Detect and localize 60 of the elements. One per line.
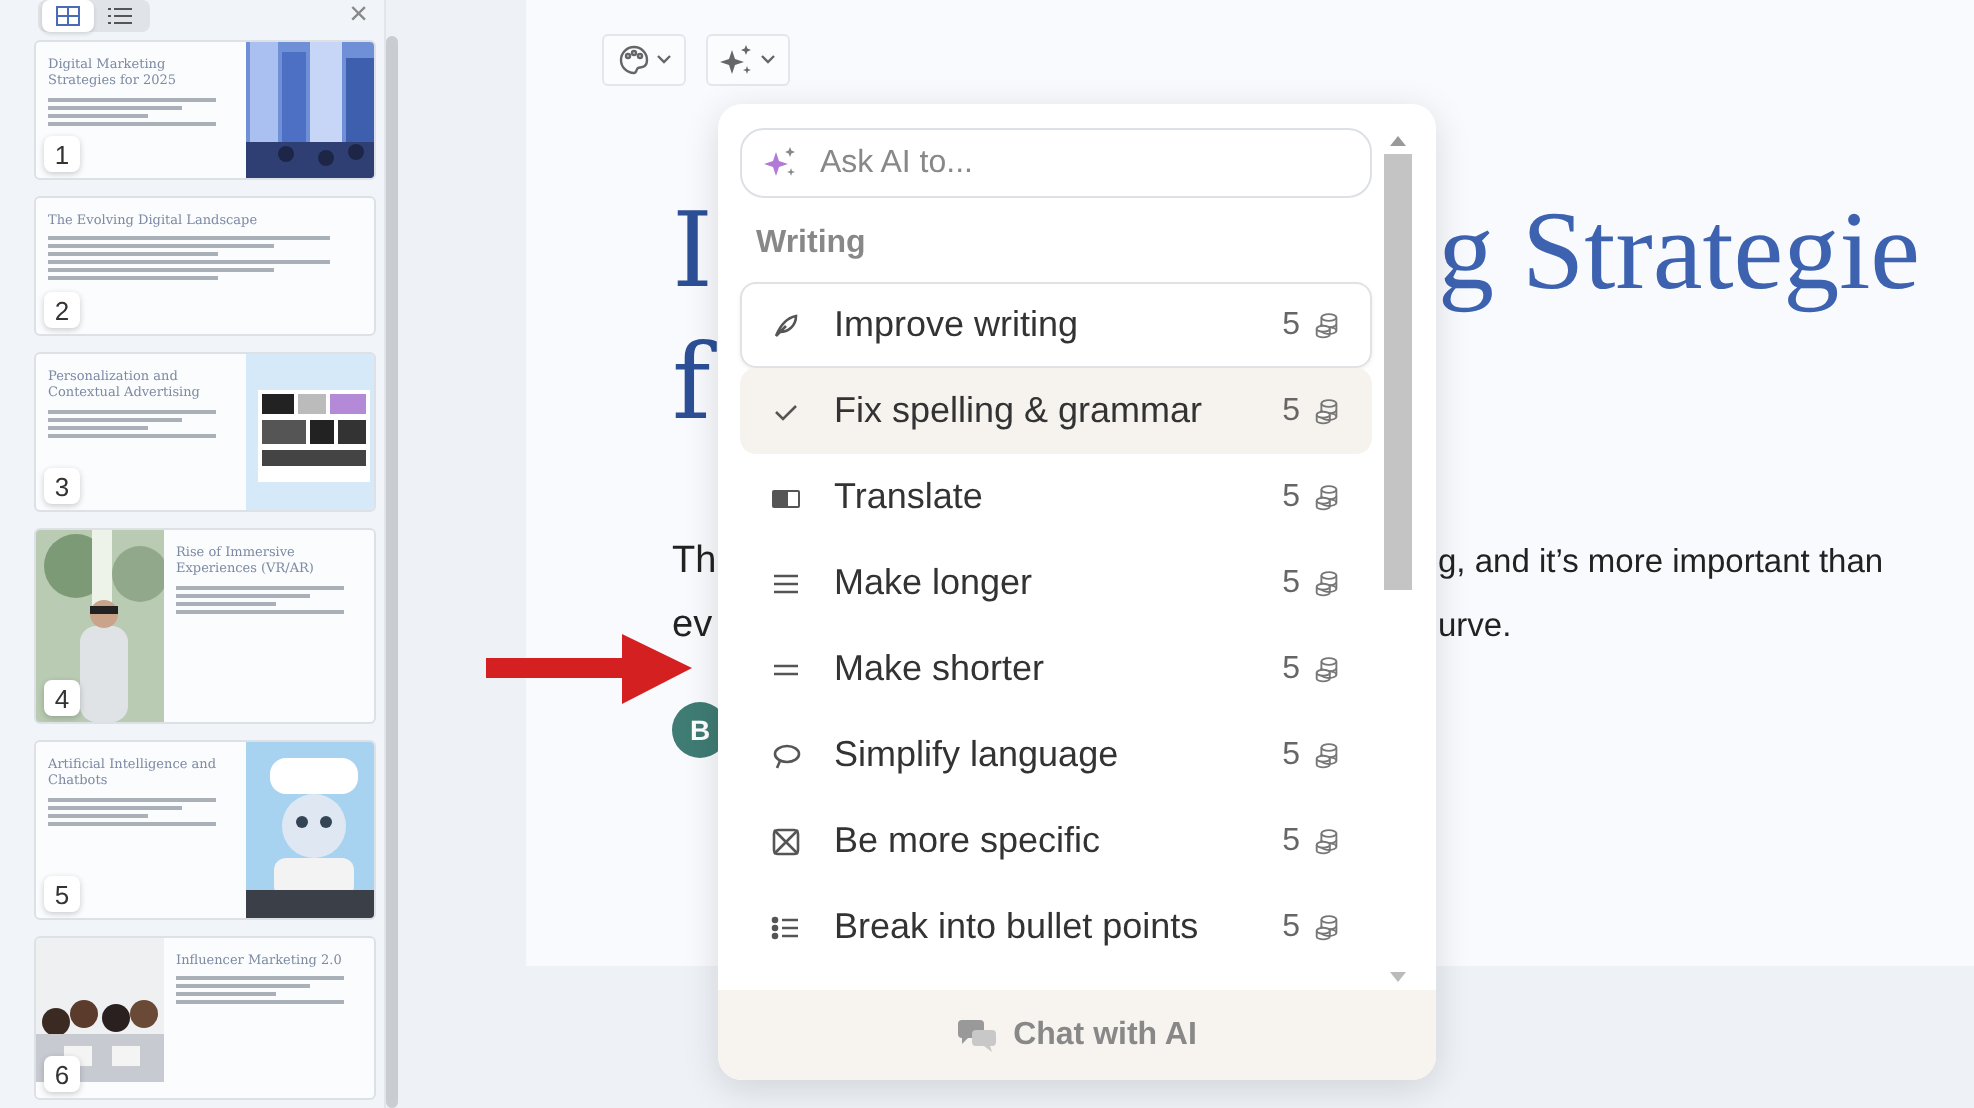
theme-button[interactable] xyxy=(602,34,686,86)
credit-count: 5 xyxy=(1282,737,1300,773)
coins-icon xyxy=(1312,740,1342,770)
slide-number: 2 xyxy=(44,292,80,328)
coins-icon xyxy=(1312,396,1342,426)
menu-item-label: Improve writing xyxy=(834,304,1081,346)
heading-text: g Strategie xyxy=(1438,188,1921,318)
menu-item-label: Be more specific xyxy=(834,820,1103,862)
credit-count: 5 xyxy=(1282,479,1300,515)
ask-ai-field[interactable]: Ask AI to... xyxy=(740,128,1372,198)
menu-item-label: Make longer xyxy=(834,562,1035,604)
menu-item[interactable]: Simplify language 5 xyxy=(740,712,1372,798)
slide-number: 1 xyxy=(44,136,80,172)
sparkle-icon xyxy=(720,43,754,77)
menu-item-label: Make shorter xyxy=(834,648,1047,690)
bullet-list-icon xyxy=(770,911,802,943)
menu-item[interactable]: Be more specific 5 xyxy=(740,798,1372,884)
paragraph-text: g, and it’s more important than xyxy=(1438,542,1886,584)
menu-item-label: Translate xyxy=(834,476,985,518)
coins-icon xyxy=(1312,912,1342,942)
ai-button[interactable] xyxy=(706,34,790,86)
paragraph-text: Th xyxy=(672,538,717,586)
credit-count: 5 xyxy=(1282,823,1300,859)
paragraph-text: urve. xyxy=(1438,606,1514,648)
credit-count: 5 xyxy=(1282,393,1300,429)
chevron-down-icon xyxy=(760,54,776,66)
grid-icon xyxy=(56,6,80,26)
slide-number: 4 xyxy=(44,680,80,716)
menu-item-label: Fix spelling & grammar xyxy=(834,390,1205,432)
chat-bubbles-icon xyxy=(957,1019,998,1051)
slide-number: 3 xyxy=(44,468,80,504)
credit-count: 5 xyxy=(1282,565,1300,601)
coins-icon xyxy=(1312,482,1342,512)
menu-item[interactable]: Make shorter 5 xyxy=(740,626,1372,712)
list-icon xyxy=(108,6,132,26)
slide-number: 5 xyxy=(44,876,80,912)
coins-icon xyxy=(1312,826,1342,856)
menu-item[interactable]: Improve writing 5 xyxy=(740,282,1372,368)
coins-icon xyxy=(1312,568,1342,598)
credit-count: 5 xyxy=(1282,651,1300,687)
heading-text: I xyxy=(672,190,714,316)
chevron-down-icon xyxy=(655,54,671,66)
coins-icon xyxy=(1312,310,1342,340)
slide-number: 6 xyxy=(44,1056,80,1092)
menu-item[interactable]: Make longer 5 xyxy=(740,540,1372,626)
palette-icon xyxy=(617,44,649,76)
menu-item[interactable]: Translate 5 xyxy=(740,454,1372,540)
menu-item-label: Break into bullet points xyxy=(834,906,1201,948)
feather-icon xyxy=(770,309,802,341)
crossed-box-icon xyxy=(770,825,802,857)
menu-item[interactable]: Fix spelling & grammar 5 xyxy=(740,368,1372,454)
coins-icon xyxy=(1312,654,1342,684)
grid-view-button[interactable] xyxy=(42,0,94,32)
menu-item[interactable]: Break into bullet points 5 xyxy=(740,884,1372,970)
credit-count: 5 xyxy=(1282,307,1300,343)
credit-count: 5 xyxy=(1282,909,1300,945)
paragraph-text: ev xyxy=(672,602,713,650)
speech-bubble-icon xyxy=(770,739,802,771)
menu-item-label: Simplify language xyxy=(834,734,1121,776)
section-label: Writing xyxy=(756,226,868,262)
